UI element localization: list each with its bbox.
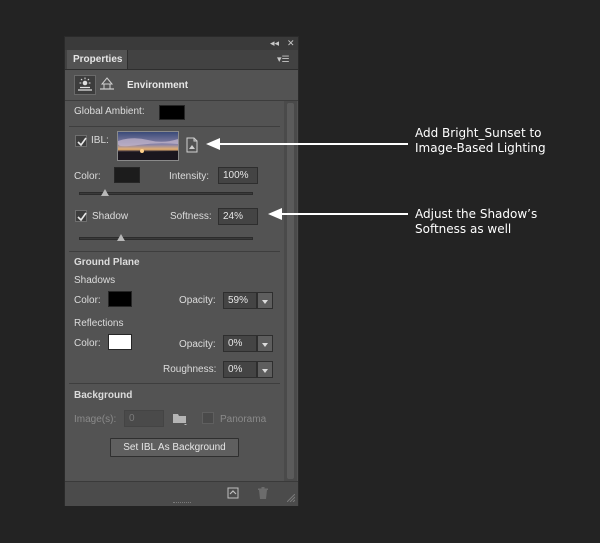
scene-lighting-icon[interactable] bbox=[97, 75, 119, 95]
properties-header: Environment bbox=[65, 70, 298, 101]
softness-slider[interactable] bbox=[79, 237, 253, 240]
divider bbox=[69, 251, 280, 252]
ibl-label: IBL: bbox=[91, 135, 109, 146]
panel-menu-icon[interactable]: ▾☰ bbox=[277, 54, 290, 65]
ibl-arrow-head bbox=[206, 138, 220, 150]
reflections-color-swatch[interactable] bbox=[108, 334, 132, 350]
environment-title: Environment bbox=[127, 80, 189, 91]
shadow-annotation: Adjust the Shadow’s Softness as well bbox=[415, 207, 537, 237]
reflections-opacity-field[interactable]: 0% bbox=[223, 335, 257, 352]
shadow-arrow-head bbox=[268, 208, 282, 220]
shadows-section-title: Shadows bbox=[74, 275, 116, 286]
images-label: Image(s): bbox=[74, 414, 117, 425]
softness-slider-handle[interactable] bbox=[117, 234, 125, 241]
resize-grip-icon[interactable] bbox=[286, 493, 296, 503]
ibl-color-swatch[interactable] bbox=[114, 167, 140, 183]
global-ambient-swatch[interactable] bbox=[159, 105, 185, 120]
annotation-arrows bbox=[206, 138, 408, 220]
ibl-checkbox[interactable] bbox=[75, 135, 87, 147]
shadow-checkbox[interactable] bbox=[75, 210, 87, 222]
load-ibl-icon[interactable] bbox=[185, 137, 199, 153]
ibl-preview-thumbnail[interactable] bbox=[117, 131, 179, 161]
collapse-panel-icon[interactable]: ◂◂ bbox=[270, 38, 279, 49]
roughness-field[interactable]: 0% bbox=[223, 361, 257, 378]
roughness-dropdown[interactable] bbox=[257, 361, 273, 378]
properties-panel: ◂◂ ✕ Properties ▾☰ Environment Global Am… bbox=[64, 36, 299, 506]
ground-plane-title: Ground Plane bbox=[74, 257, 140, 268]
trash-icon[interactable] bbox=[256, 486, 270, 500]
panel-top-strip: ◂◂ ✕ bbox=[65, 37, 298, 50]
shadows-color-swatch[interactable] bbox=[108, 291, 132, 307]
panel-tab-row: Properties ▾☰ bbox=[65, 50, 298, 70]
reflections-opacity-dropdown[interactable] bbox=[257, 335, 273, 352]
reflections-color-label: Color: bbox=[74, 338, 101, 349]
ibl-annotation: Add Bright_Sunset to Image-Based Lightin… bbox=[415, 126, 546, 156]
close-panel-icon[interactable]: ✕ bbox=[287, 38, 295, 49]
bottom-grip[interactable] bbox=[173, 502, 191, 505]
shadow-annotation-line1: Adjust the Shadow’s bbox=[415, 207, 538, 221]
set-ibl-as-background-button[interactable]: Set IBL As Background bbox=[110, 438, 239, 457]
divider bbox=[69, 383, 280, 384]
intensity-slider-handle[interactable] bbox=[101, 189, 109, 196]
global-ambient-label: Global Ambient: bbox=[74, 106, 145, 117]
panorama-checkbox[interactable] bbox=[202, 412, 214, 424]
shadows-opacity-label: Opacity: bbox=[179, 295, 216, 306]
shadows-opacity-dropdown[interactable] bbox=[257, 292, 273, 309]
tab-properties[interactable]: Properties bbox=[67, 50, 128, 69]
shadows-opacity-field[interactable]: 59% bbox=[223, 292, 257, 309]
tab-properties-label: Properties bbox=[73, 54, 123, 65]
ibl-annotation-line1: Add Bright_Sunset to bbox=[415, 126, 542, 140]
shadow-annotation-line2: Softness as well bbox=[415, 222, 512, 236]
folder-icon[interactable] bbox=[172, 411, 188, 426]
background-title: Background bbox=[74, 390, 133, 401]
divider bbox=[69, 126, 280, 127]
environment-icon[interactable] bbox=[74, 75, 96, 95]
images-count-field[interactable]: 0 bbox=[124, 410, 164, 427]
reset-icon[interactable] bbox=[226, 486, 240, 500]
ibl-color-label: Color: bbox=[74, 171, 101, 182]
ibl-annotation-line2: Image-Based Lighting bbox=[415, 141, 546, 155]
reflections-section-title: Reflections bbox=[74, 318, 124, 329]
reflections-opacity-label: Opacity: bbox=[179, 339, 216, 350]
shadow-label: Shadow bbox=[92, 211, 129, 222]
shadows-color-label: Color: bbox=[74, 295, 101, 306]
roughness-label: Roughness: bbox=[163, 364, 217, 375]
panorama-label: Panorama bbox=[220, 414, 267, 425]
